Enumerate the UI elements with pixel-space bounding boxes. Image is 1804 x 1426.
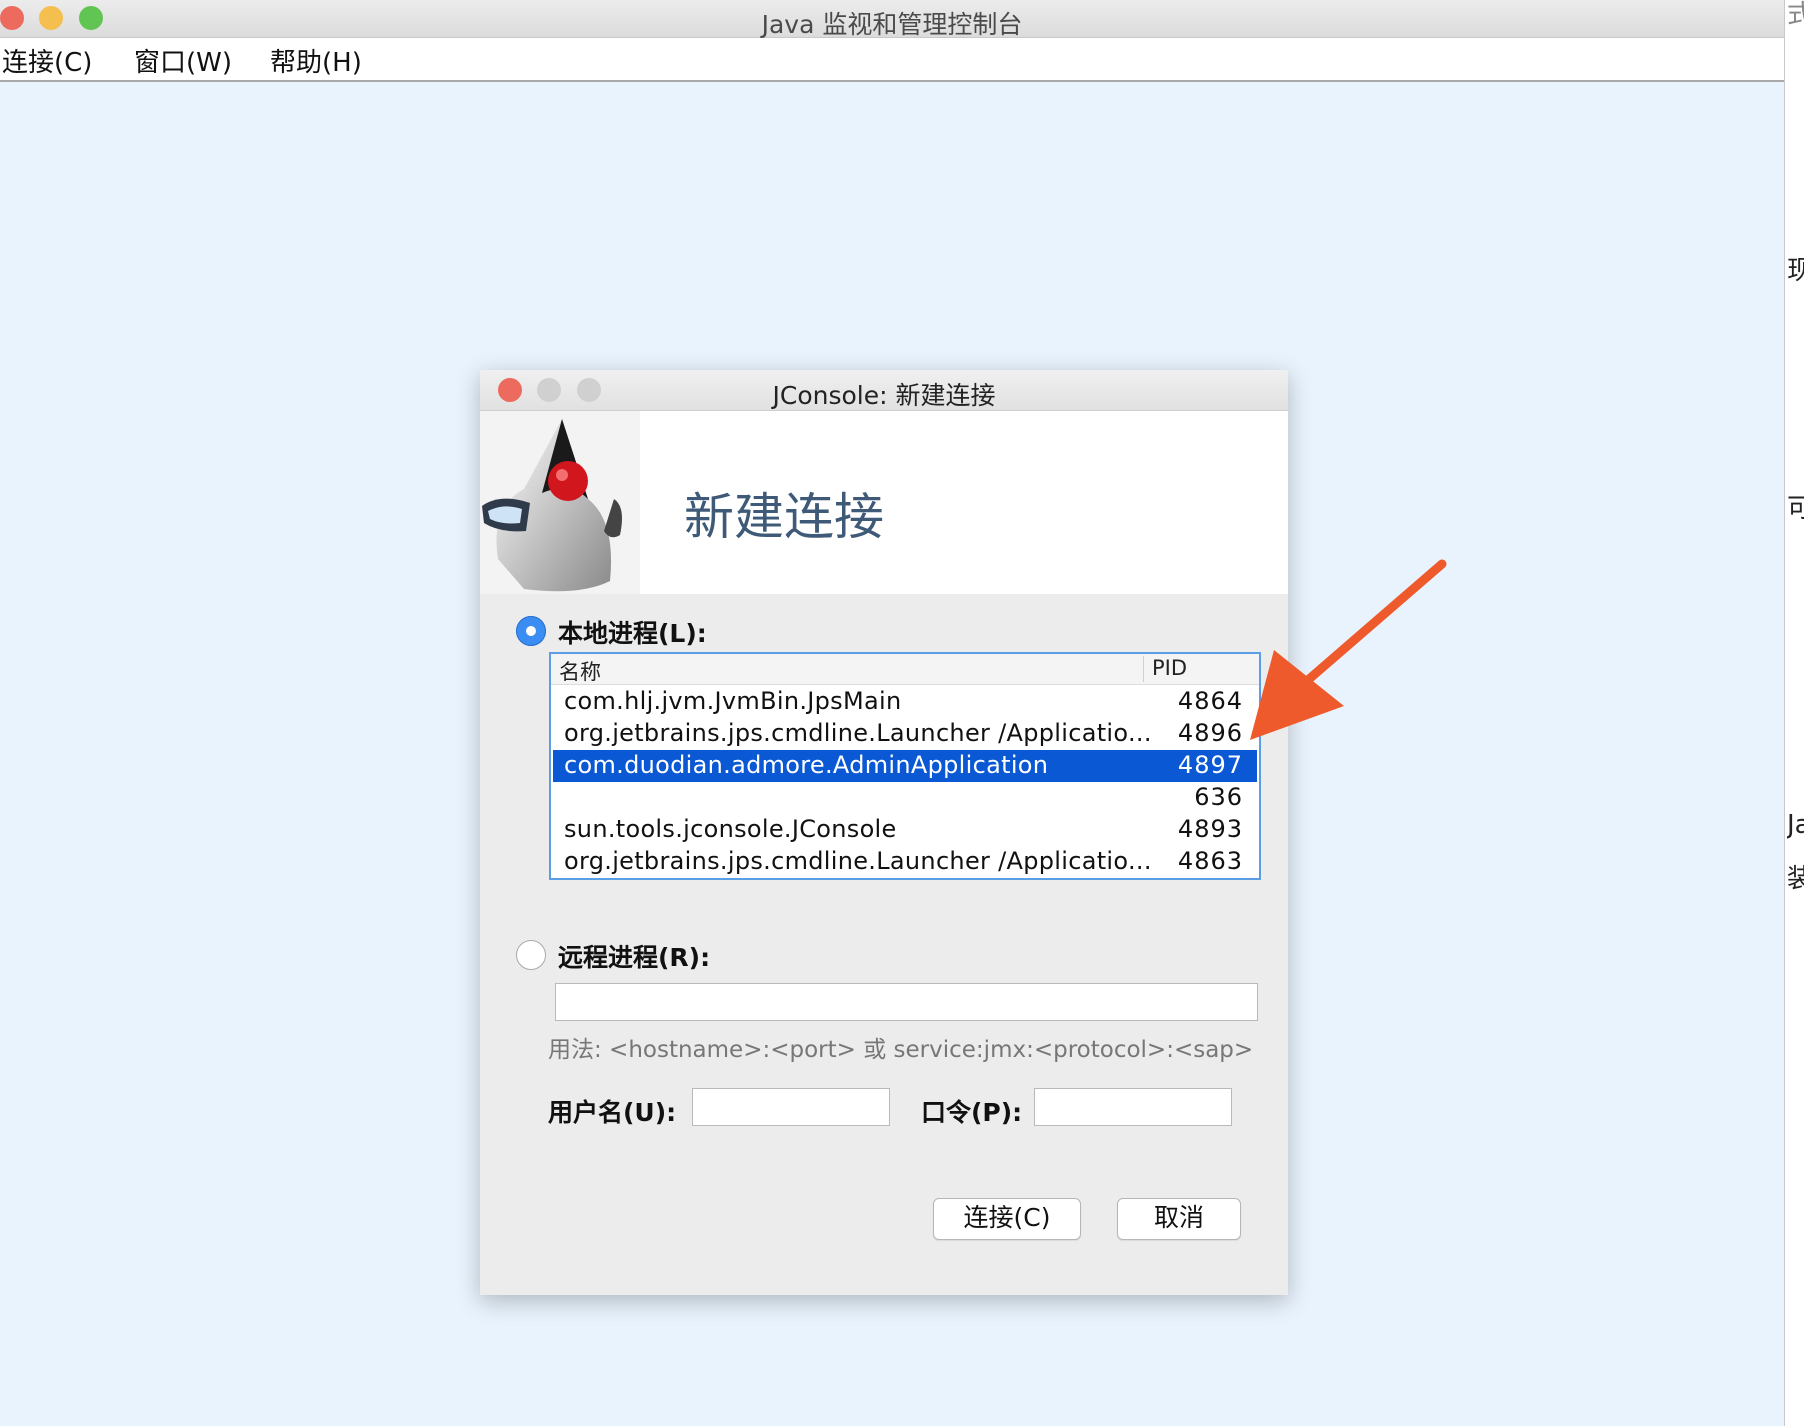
process-name: org.jetbrains.jps.cmdline.Launcher /Appl…: [564, 719, 1152, 747]
new-connection-dialog: JConsole: 新建连接 新建连接 本地进程(L): 名称 PID com.…: [480, 370, 1288, 1295]
table-row[interactable]: org.jetbrains.jps.cmdline.Launcher /Appl…: [553, 718, 1257, 750]
process-pid: 4893: [1177, 815, 1243, 843]
password-label: 口令(P):: [921, 1098, 1023, 1127]
process-pid: 4863: [1177, 847, 1243, 875]
arrow-annotation-icon: [1250, 559, 1447, 740]
process-name: com.hlj.jvm.JvmBin.JpsMain: [564, 687, 902, 715]
username-label: 用户名(U):: [548, 1098, 677, 1127]
process-name: com.duodian.admore.AdminApplication: [564, 751, 1049, 779]
window-title: Java 监视和管理控制台: [761, 10, 1023, 39]
local-process-radio[interactable]: [516, 616, 546, 646]
remote-process-radio[interactable]: [516, 940, 546, 970]
table-header: 名称 PID: [551, 654, 1259, 685]
menu-window[interactable]: 窗口(W): [134, 42, 232, 79]
table-row[interactable]: 636: [553, 782, 1257, 814]
table-row[interactable]: org.jetbrains.jps.cmdline.Launcher /Appl…: [553, 846, 1257, 878]
table-row[interactable]: com.hlj.jvm.JvmBin.JpsMain 4864: [553, 686, 1257, 718]
background-text: 可视: [1787, 494, 1804, 524]
remote-usage-hint: 用法: <hostname>:<port> 或 service:jmx:<pro…: [548, 1037, 1254, 1063]
background-window-edge: 式印 现全 可视 Ja 装: [1784, 0, 1804, 1426]
process-name: sun.tools.jconsole.JConsole: [564, 815, 897, 843]
process-pid: 4897: [1177, 751, 1243, 779]
process-name: org.jetbrains.jps.cmdline.Launcher /Appl…: [564, 847, 1152, 875]
dialog-banner: 新建连接: [480, 411, 1288, 594]
dialog-title: JConsole: 新建连接: [772, 381, 996, 410]
background-text: 现全: [1787, 256, 1804, 286]
menubar: 连接(C) 窗口(W) 帮助(H): [0, 38, 1784, 82]
local-process-table[interactable]: 名称 PID com.hlj.jvm.JvmBin.JpsMain 4864 o…: [549, 652, 1261, 880]
menu-help[interactable]: 帮助(H): [270, 42, 362, 79]
username-input[interactable]: [692, 1088, 890, 1126]
column-divider: [1143, 656, 1144, 682]
process-pid: 636: [1194, 783, 1243, 811]
column-header-pid[interactable]: PID: [1152, 656, 1187, 680]
remote-process-label: 远程进程(R):: [558, 943, 711, 972]
window-titlebar: Java 监视和管理控制台: [0, 0, 1784, 39]
table-row-selected[interactable]: com.duodian.admore.AdminApplication 4897: [553, 750, 1257, 782]
background-text: 式印: [1787, 0, 1804, 30]
background-text: 装: [1787, 864, 1804, 894]
connect-button[interactable]: 连接(C): [933, 1198, 1081, 1240]
cancel-button[interactable]: 取消: [1117, 1198, 1241, 1240]
background-text: Ja: [1787, 810, 1804, 840]
table-row[interactable]: sun.tools.jconsole.JConsole 4893: [553, 814, 1257, 846]
dialog-titlebar: JConsole: 新建连接: [480, 370, 1288, 411]
java-duke-icon: [480, 411, 640, 594]
password-input[interactable]: [1034, 1088, 1232, 1126]
menu-connection[interactable]: 连接(C): [2, 42, 92, 79]
local-process-label: 本地进程(L):: [558, 619, 707, 648]
dialog-heading: 新建连接: [684, 488, 884, 546]
column-header-name[interactable]: 名称: [559, 656, 601, 686]
remote-address-input[interactable]: [555, 983, 1258, 1021]
